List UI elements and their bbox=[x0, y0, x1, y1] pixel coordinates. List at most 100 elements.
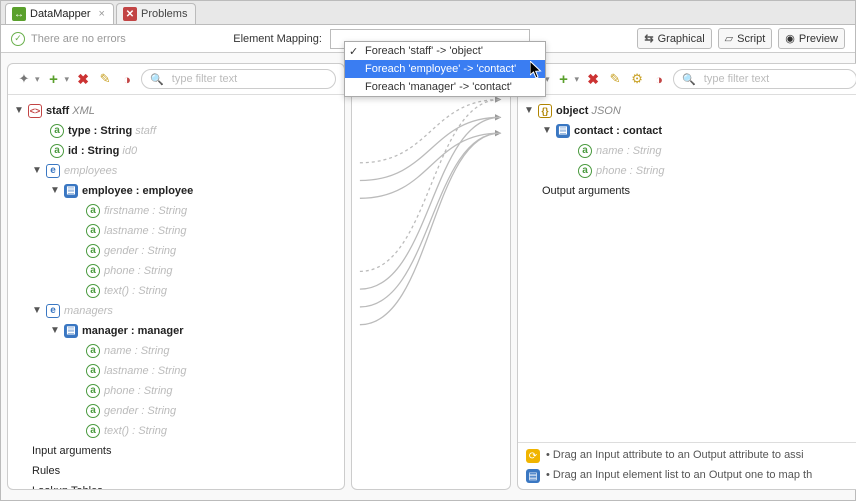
attr-icon: a bbox=[578, 164, 592, 178]
xml-root-icon: <> bbox=[28, 104, 42, 118]
tree-node[interactable]: manager : manager bbox=[82, 323, 183, 339]
attr-icon: a bbox=[86, 204, 100, 218]
brush-icon[interactable]: ✎ bbox=[607, 71, 623, 87]
datamapper-icon: ↔ bbox=[12, 7, 26, 21]
tab-strip: ↔ DataMapper × ✕ Problems bbox=[1, 1, 855, 25]
delete-icon[interactable]: ✖ bbox=[75, 71, 91, 87]
tree-node[interactable]: firstname : String bbox=[104, 203, 187, 219]
tab-label: DataMapper bbox=[30, 8, 91, 20]
output-toolbar: ✦▾ +▾ ✖ ✎ ⚙ ◑ 🔍 bbox=[518, 64, 856, 95]
toggle-icon[interactable]: ▼ bbox=[32, 303, 42, 319]
tree-node[interactable]: type : String staff bbox=[68, 123, 156, 139]
check-icon: ✓ bbox=[349, 45, 358, 58]
complex-icon: ▤ bbox=[64, 184, 78, 198]
mapping-label: Element Mapping: bbox=[233, 33, 322, 45]
mapping-dropdown-popup: ✓Foreach 'staff' -> 'object' Foreach 'em… bbox=[344, 41, 546, 97]
tree-node[interactable]: phone : String bbox=[104, 383, 173, 399]
search-field[interactable]: 🔍 bbox=[673, 69, 856, 89]
delete-icon[interactable]: ✖ bbox=[585, 71, 601, 87]
tree-node[interactable]: lastname : String bbox=[104, 363, 187, 379]
tree-node[interactable]: contact : contact bbox=[574, 123, 662, 139]
view-label: Graphical bbox=[658, 33, 705, 45]
tree-node[interactable]: lastname : String bbox=[104, 223, 187, 239]
script-icon: ▱ bbox=[725, 32, 733, 45]
mapping-canvas[interactable] bbox=[351, 63, 511, 490]
tree-node[interactable]: gender : String bbox=[104, 403, 176, 419]
dropdown-option[interactable]: ✓Foreach 'staff' -> 'object' bbox=[345, 42, 545, 60]
tree-node[interactable]: text() : String bbox=[104, 423, 167, 439]
tips: ⟳• Drag an Input attribute to an Output … bbox=[518, 442, 856, 489]
view-preview[interactable]: ◉ Preview bbox=[778, 28, 845, 49]
tree-node[interactable]: name : String bbox=[104, 343, 169, 359]
tab-problems[interactable]: ✕ Problems bbox=[116, 3, 196, 24]
search-icon: 🔍 bbox=[150, 73, 164, 86]
tab-datamapper[interactable]: ↔ DataMapper × bbox=[5, 3, 114, 24]
attr-icon: a bbox=[86, 424, 100, 438]
search-input[interactable] bbox=[702, 72, 848, 86]
status-text: There are no errors bbox=[31, 33, 126, 45]
chevron-down-icon[interactable]: ▾ bbox=[35, 74, 40, 85]
toggle-icon[interactable]: ▼ bbox=[524, 103, 534, 119]
tree-node[interactable]: employees bbox=[64, 163, 117, 179]
tip-icon: ⟳ bbox=[526, 449, 540, 463]
tree-node[interactable]: employee : employee bbox=[82, 183, 193, 199]
search-icon: 🔍 bbox=[682, 73, 696, 86]
element-icon: e bbox=[46, 304, 60, 318]
complex-icon: ▤ bbox=[556, 124, 570, 138]
dropdown-option[interactable]: Foreach 'employee' -> 'contact' bbox=[345, 60, 545, 78]
tree-section[interactable]: Rules bbox=[32, 463, 60, 479]
attr-icon: a bbox=[86, 404, 100, 418]
attr-icon: a bbox=[86, 344, 100, 358]
add-icon[interactable]: + bbox=[46, 71, 62, 87]
tree-node[interactable]: managers bbox=[64, 303, 113, 319]
hide-icon[interactable]: ◑ bbox=[119, 71, 135, 87]
input-toolbar: ✦▾ +▾ ✖ ✎ ◑ 🔍 bbox=[8, 64, 344, 95]
attr-icon: a bbox=[86, 224, 100, 238]
chevron-down-icon[interactable]: ▾ bbox=[65, 74, 70, 85]
graphical-icon: ⇆ bbox=[644, 32, 653, 45]
complex-icon: ▤ bbox=[64, 324, 78, 338]
input-panel: ✦▾ +▾ ✖ ✎ ◑ 🔍 ▼<>staff XML atype : Strin… bbox=[7, 63, 345, 490]
brush-icon[interactable]: ✎ bbox=[97, 71, 113, 87]
hide-icon[interactable]: ◑ bbox=[651, 71, 667, 87]
search-input[interactable] bbox=[170, 72, 327, 86]
attr-icon: a bbox=[86, 364, 100, 378]
tree-node[interactable]: phone : String bbox=[104, 263, 173, 279]
attr-icon: a bbox=[578, 144, 592, 158]
attr-icon: a bbox=[86, 244, 100, 258]
close-icon[interactable]: × bbox=[99, 8, 105, 20]
tip-icon: ▤ bbox=[526, 469, 540, 483]
tree-node[interactable]: object JSON bbox=[556, 103, 621, 119]
toggle-icon[interactable]: ▼ bbox=[542, 123, 552, 139]
tree-node[interactable]: gender : String bbox=[104, 243, 176, 259]
toggle-icon[interactable]: ▼ bbox=[14, 103, 24, 119]
wand-icon[interactable]: ✦ bbox=[16, 71, 32, 87]
add-icon[interactable]: + bbox=[556, 71, 572, 87]
toggle-icon[interactable]: ▼ bbox=[50, 183, 60, 199]
output-tree[interactable]: ▼ {} object JSON ▼ ▤ contact : contact aname… bbox=[518, 95, 856, 442]
eye-icon: ◉ bbox=[785, 32, 795, 45]
search-field[interactable]: 🔍 bbox=[141, 69, 336, 89]
output-panel: ✦▾ +▾ ✖ ✎ ⚙ ◑ 🔍 ▼ {} object JSON ▼ ▤ contact… bbox=[517, 63, 856, 490]
attr-icon: a bbox=[50, 144, 64, 158]
tree-section[interactable]: Lookup Tables bbox=[32, 483, 103, 489]
tree-section[interactable]: Input arguments bbox=[32, 443, 112, 459]
tree-node[interactable]: id : String id0 bbox=[68, 143, 137, 159]
tree-section[interactable]: Output arguments bbox=[542, 183, 630, 199]
view-graphical[interactable]: ⇆ Graphical bbox=[637, 28, 711, 49]
dropdown-option[interactable]: Foreach 'manager' -> 'contact' bbox=[345, 78, 545, 96]
toggle-icon[interactable]: ▼ bbox=[50, 323, 60, 339]
gear-icon[interactable]: ⚙ bbox=[629, 71, 645, 87]
tree-node[interactable]: name : String bbox=[596, 143, 661, 159]
input-tree[interactable]: ▼ <> staff XML a type : String staff a id : … bbox=[8, 95, 344, 489]
tree-node[interactable]: text() : String bbox=[104, 283, 167, 299]
view-script[interactable]: ▱ Script bbox=[718, 28, 773, 49]
json-root-icon: {} bbox=[538, 104, 552, 118]
toggle-icon[interactable]: ▼ bbox=[32, 163, 42, 179]
mapping-curves bbox=[352, 64, 510, 489]
main-panels: ✦▾ +▾ ✖ ✎ ◑ 🔍 ▼<>staff XML atype : Strin… bbox=[1, 53, 855, 500]
status: ✓ There are no errors bbox=[11, 32, 126, 46]
chevron-down-icon[interactable]: ▾ bbox=[575, 74, 580, 85]
tree-node[interactable]: staff XML bbox=[46, 103, 95, 119]
tree-node[interactable]: phone : String bbox=[596, 163, 665, 179]
